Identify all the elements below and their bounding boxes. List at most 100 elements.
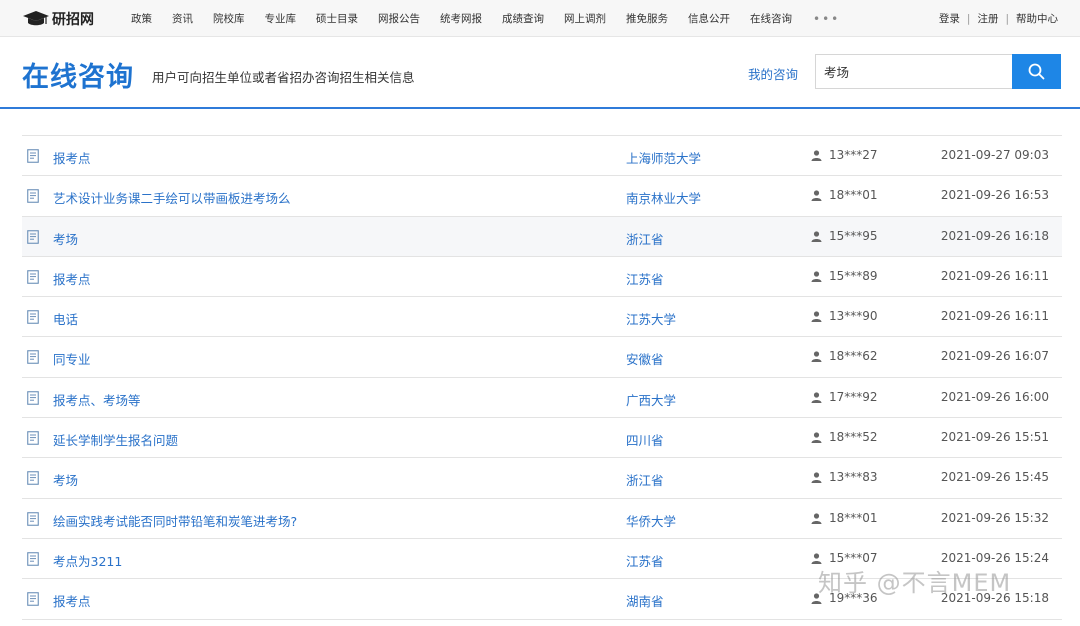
question-time: 2021-09-26 15:45 bbox=[940, 470, 1049, 485]
nav-more-button[interactable]: ••• bbox=[813, 12, 840, 26]
organization-link[interactable]: 浙江省 bbox=[626, 470, 664, 489]
question-time: 2021-09-26 15:32 bbox=[940, 510, 1049, 525]
organization-link[interactable]: 华侨大学 bbox=[626, 511, 676, 530]
asker-id: 18***62 bbox=[829, 349, 878, 364]
user-icon bbox=[811, 351, 822, 363]
watermark: 知乎 @不言MEM bbox=[818, 569, 1012, 597]
search-input[interactable] bbox=[815, 54, 1012, 89]
organization-link[interactable]: 江苏大学 bbox=[626, 309, 676, 328]
my-consult-link[interactable]: 我的咨询 bbox=[748, 64, 798, 83]
organization-link[interactable]: 江苏省 bbox=[626, 269, 664, 288]
nav-item-adjustment[interactable]: 网上调剂 bbox=[564, 11, 606, 26]
document-icon bbox=[27, 592, 39, 607]
question-title-link[interactable]: 绘画实践考试能否同时带铅笔和炭笔进考场? bbox=[53, 511, 297, 530]
help-center-link[interactable]: 帮助中心 bbox=[1016, 11, 1058, 26]
organization-link[interactable]: 江苏省 bbox=[626, 551, 664, 570]
question-time: 2021-09-26 16:53 bbox=[940, 188, 1049, 203]
user-icon bbox=[811, 271, 822, 282]
organization-link[interactable]: 四川省 bbox=[626, 430, 664, 449]
document-icon bbox=[27, 431, 39, 445]
list-item: 考场 浙江省 15***95 2021-09-26 16:18 bbox=[22, 216, 1062, 257]
search-button[interactable] bbox=[1012, 54, 1061, 89]
question-title-link[interactable]: 电话 bbox=[53, 309, 78, 328]
organization-link[interactable]: 广西大学 bbox=[626, 390, 676, 409]
user-links: 登录 | 注册 | 帮助中心 bbox=[939, 0, 1058, 37]
document-icon bbox=[27, 189, 39, 204]
user-icon bbox=[811, 190, 822, 202]
nav-item-master-catalog[interactable]: 硕士目录 bbox=[316, 11, 358, 26]
asker-id: 18***52 bbox=[829, 430, 878, 445]
list-item: 考场 浙江省 13***83 2021-09-26 15:45 bbox=[22, 458, 1062, 499]
asker-id: 17***92 bbox=[829, 389, 878, 404]
nav-item-registration-notice[interactable]: 网报公告 bbox=[378, 11, 420, 26]
document-icon bbox=[27, 552, 39, 566]
question-title-link[interactable]: 同专业 bbox=[53, 349, 91, 368]
document-icon bbox=[27, 270, 39, 284]
nav-item-majors[interactable]: 专业库 bbox=[265, 11, 297, 26]
user-icon bbox=[811, 472, 822, 484]
nav-item-exam-registration[interactable]: 统考网报 bbox=[440, 11, 482, 26]
question-time: 2021-09-26 16:00 bbox=[940, 389, 1049, 404]
nav-item-score-query[interactable]: 成绩查询 bbox=[502, 11, 544, 26]
organization-link[interactable]: 湖南省 bbox=[626, 591, 664, 610]
separator: | bbox=[1005, 12, 1009, 25]
nav-item-schools[interactable]: 院校库 bbox=[213, 11, 245, 26]
document-icon bbox=[27, 310, 39, 324]
main-nav: 政策 资讯 院校库 专业库 硕士目录 网报公告 统考网报 成绩查询 网上调剂 推… bbox=[131, 0, 840, 37]
organization-link[interactable]: 安徽省 bbox=[626, 349, 664, 368]
site-name: 研招网 bbox=[52, 12, 94, 28]
asker-id: 18***01 bbox=[829, 188, 878, 203]
document-icon bbox=[27, 390, 39, 405]
page-title: 在线咨询 bbox=[22, 62, 134, 93]
question-title-link[interactable]: 报考点 bbox=[53, 591, 91, 610]
page-header: 在线咨询 用户可向招生单位或者省招办咨询招生相关信息 我的咨询 bbox=[0, 37, 1080, 109]
separator: | bbox=[966, 12, 971, 25]
document-icon bbox=[27, 350, 39, 365]
asker-id: 15***95 bbox=[829, 228, 878, 243]
organization-link[interactable]: 南京林业大学 bbox=[626, 188, 701, 207]
nav-item-policy[interactable]: 政策 bbox=[131, 11, 152, 26]
asker-id: 18***01 bbox=[829, 510, 878, 525]
user-icon bbox=[811, 513, 822, 524]
question-title-link[interactable]: 考场 bbox=[53, 470, 78, 489]
nav-item-news[interactable]: 资讯 bbox=[172, 11, 193, 26]
document-icon bbox=[27, 511, 39, 526]
document-icon bbox=[27, 229, 39, 244]
graduation-cap-icon bbox=[23, 11, 49, 26]
nav-item-info-disclosure[interactable]: 信息公开 bbox=[688, 11, 730, 26]
question-time: 2021-09-26 16:11 bbox=[940, 309, 1049, 324]
question-title-link[interactable]: 考点为3211 bbox=[53, 551, 122, 570]
document-icon bbox=[27, 471, 39, 486]
site-logo[interactable]: 研招网 bbox=[22, 9, 94, 29]
list-item: 报考点 江苏省 15***89 2021-09-26 16:11 bbox=[22, 256, 1062, 298]
search-icon bbox=[1028, 63, 1045, 80]
question-time: 2021-09-27 09:03 bbox=[940, 148, 1049, 162]
user-icon bbox=[811, 230, 822, 242]
question-title-link[interactable]: 艺术设计业务课二手绘可以带画板进考场么 bbox=[53, 188, 291, 207]
user-icon bbox=[811, 432, 822, 444]
question-time: 2021-09-26 15:51 bbox=[940, 430, 1049, 445]
nav-item-online-consult[interactable]: 在线咨询 bbox=[750, 11, 792, 26]
user-icon bbox=[811, 150, 822, 161]
organization-link[interactable]: 浙江省 bbox=[626, 229, 664, 248]
question-title-link[interactable]: 报考点 bbox=[53, 269, 91, 288]
user-icon bbox=[811, 392, 822, 403]
asker-id: 15***89 bbox=[829, 268, 878, 283]
question-title-link[interactable]: 延长学制学生报名问题 bbox=[53, 430, 178, 449]
organization-link[interactable]: 上海师范大学 bbox=[626, 148, 701, 167]
user-icon bbox=[811, 311, 822, 323]
question-title-link[interactable]: 报考点 bbox=[53, 148, 91, 167]
nav-item-recommendation[interactable]: 推免服务 bbox=[626, 11, 668, 26]
question-title-link[interactable]: 报考点、考场等 bbox=[53, 390, 141, 409]
list-item: 绘画实践考试能否同时带铅笔和炭笔进考场? 华侨大学 18***01 2021-0… bbox=[22, 498, 1062, 539]
question-time: 2021-09-26 16:11 bbox=[940, 268, 1049, 283]
register-link[interactable]: 注册 bbox=[977, 11, 998, 26]
asker-id: 13***27 bbox=[829, 148, 878, 162]
page-subtitle: 用户可向招生单位或者省招办咨询招生相关信息 bbox=[152, 70, 415, 85]
question-time: 2021-09-26 16:07 bbox=[940, 349, 1049, 364]
question-title-link[interactable]: 考场 bbox=[53, 229, 78, 248]
login-link[interactable]: 登录 bbox=[939, 11, 960, 26]
consultation-list: 报考点 上海师范大学 13***27 2021-09-27 09:03 艺术设计… bbox=[22, 135, 1062, 620]
list-item: 电话 江苏大学 13***90 2021-09-26 16:11 bbox=[22, 297, 1062, 338]
list-item: 报考点、考场等 广西大学 17***92 2021-09-26 16:00 bbox=[22, 377, 1062, 419]
